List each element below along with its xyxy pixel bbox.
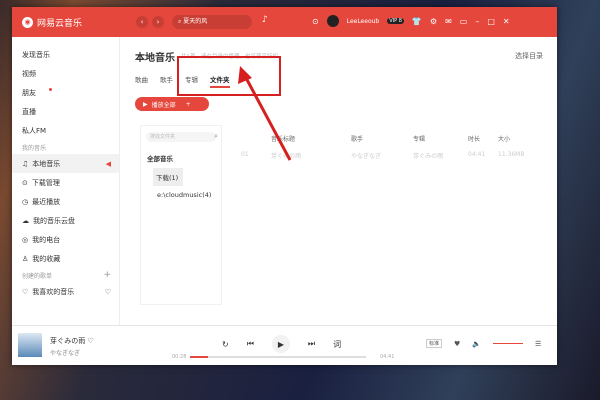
annotation-arrow xyxy=(238,66,292,161)
arrow-head xyxy=(238,66,252,84)
arrow-shaft xyxy=(243,75,292,161)
